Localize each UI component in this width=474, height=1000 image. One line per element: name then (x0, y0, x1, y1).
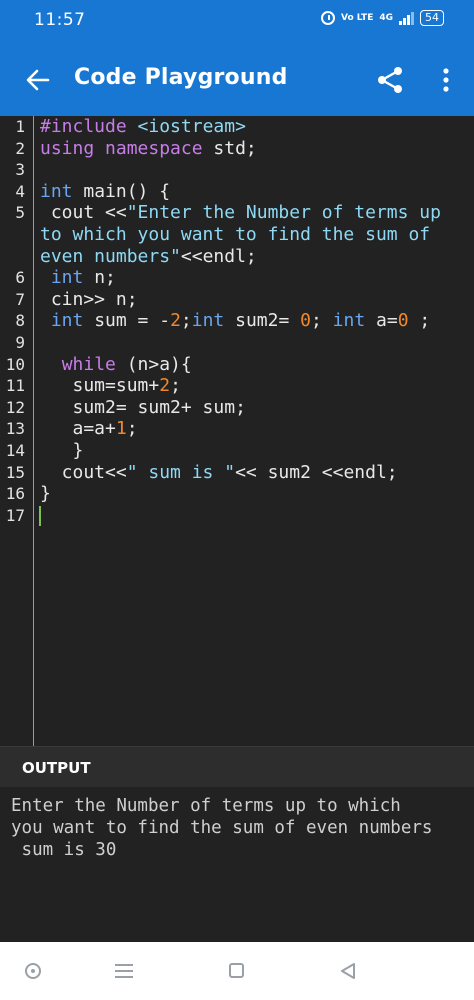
line-number: 12 (5, 397, 25, 417)
code-text: a=a+1; (40, 418, 138, 440)
line-number: 16 (5, 484, 25, 504)
code-text: using namespace std; (40, 137, 257, 159)
line-number: 9 (15, 333, 25, 352)
line-number: 8 (15, 311, 25, 331)
code-line: 16 } (0, 483, 474, 505)
share-icon[interactable] (374, 64, 406, 96)
output-header: OUTPUT (0, 746, 474, 788)
code-line: 6 int n; (0, 267, 474, 289)
code-text: cout <<"Enter the Number of terms up to … (40, 202, 452, 267)
code-line: 5 cout <<"Enter the Number of terms up t… (0, 202, 474, 267)
app-bar: Code Playground (0, 44, 474, 116)
text-cursor (39, 505, 41, 526)
line-number: 5 (15, 203, 25, 223)
volte-label: Vo LTE (341, 12, 374, 23)
line-number: 2 (15, 138, 25, 158)
arrow-left-icon[interactable] (22, 64, 54, 96)
code-line: 15 cout<<" sum is "<< sum2 <<endl; (0, 462, 474, 484)
nav-back-triangle-icon[interactable] (339, 962, 357, 980)
line-number: 11 (5, 376, 25, 396)
code-text: cin>> n; (40, 288, 138, 310)
system-nav-bar (0, 942, 474, 1000)
signal-icon (399, 11, 414, 25)
output-label: OUTPUT (22, 759, 91, 777)
code-line: 13 a=a+1; (0, 418, 474, 440)
code-editor[interactable]: 1 #include <iostream> 2 using namespace … (0, 116, 474, 746)
code-text: sum2= sum2+ sum; (40, 396, 246, 418)
code-line: 10 while (n>a){ (0, 354, 474, 376)
code-line: 7 cin>> n; (0, 289, 474, 311)
code-text: int n; (50, 267, 116, 289)
battery-icon: 54 (420, 10, 444, 26)
code-text: #include <iostream> (40, 116, 246, 137)
line-number: 4 (15, 181, 25, 201)
page-title: Code Playground (74, 65, 288, 90)
line-number: 1 (15, 117, 25, 136)
line-number: 14 (5, 441, 25, 460)
line-number: 10 (5, 354, 25, 374)
code-text: } (40, 440, 84, 461)
status-time: 11:57 (34, 10, 86, 30)
line-number: 17 (5, 505, 25, 525)
code-line: 11 sum=sum+2; (0, 375, 474, 397)
alarm-icon (321, 11, 336, 25)
home-circle-icon[interactable] (25, 963, 41, 979)
code-text: int sum = -2;int sum2= 0; int a=0 ; (50, 310, 431, 332)
code-text: while (n>a){ (61, 353, 192, 375)
line-number: 13 (5, 419, 25, 439)
status-bar: 11:57 Vo LTE 4G 54 (0, 0, 474, 44)
code-line: 17 (0, 505, 474, 527)
code-line: 3 (0, 159, 474, 181)
output-panel: Enter the Number of terms up to which yo… (0, 787, 474, 942)
code-line: 9 (0, 332, 474, 354)
code-text: } (40, 483, 51, 505)
line-number: 15 (5, 462, 25, 482)
line-number: 6 (15, 268, 25, 288)
recents-menu-icon[interactable] (115, 964, 133, 978)
more-vert-icon[interactable] (432, 66, 460, 94)
code-text: int main() { (40, 180, 171, 202)
code-line: 12 sum2= sum2+ sum; (0, 397, 474, 419)
line-number: 3 (15, 160, 25, 180)
output-text: Enter the Number of terms up to which yo… (11, 796, 433, 860)
network-type-label: 4G (379, 12, 393, 23)
code-text: cout<<" sum is "<< sum2 <<endl; (40, 461, 398, 483)
code-line: 2 using namespace std; (0, 138, 474, 160)
code-line: 4 int main() { (0, 181, 474, 203)
overview-square-icon[interactable] (229, 963, 244, 978)
code-line: 8 int sum = -2;int sum2= 0; int a=0 ; (0, 310, 474, 332)
code-text: sum=sum+2; (40, 375, 181, 397)
code-line: 14 } (0, 440, 474, 462)
line-number: 7 (15, 289, 25, 309)
code-line: 1 #include <iostream> (0, 116, 474, 138)
status-icons: Vo LTE 4G 54 (321, 10, 444, 26)
